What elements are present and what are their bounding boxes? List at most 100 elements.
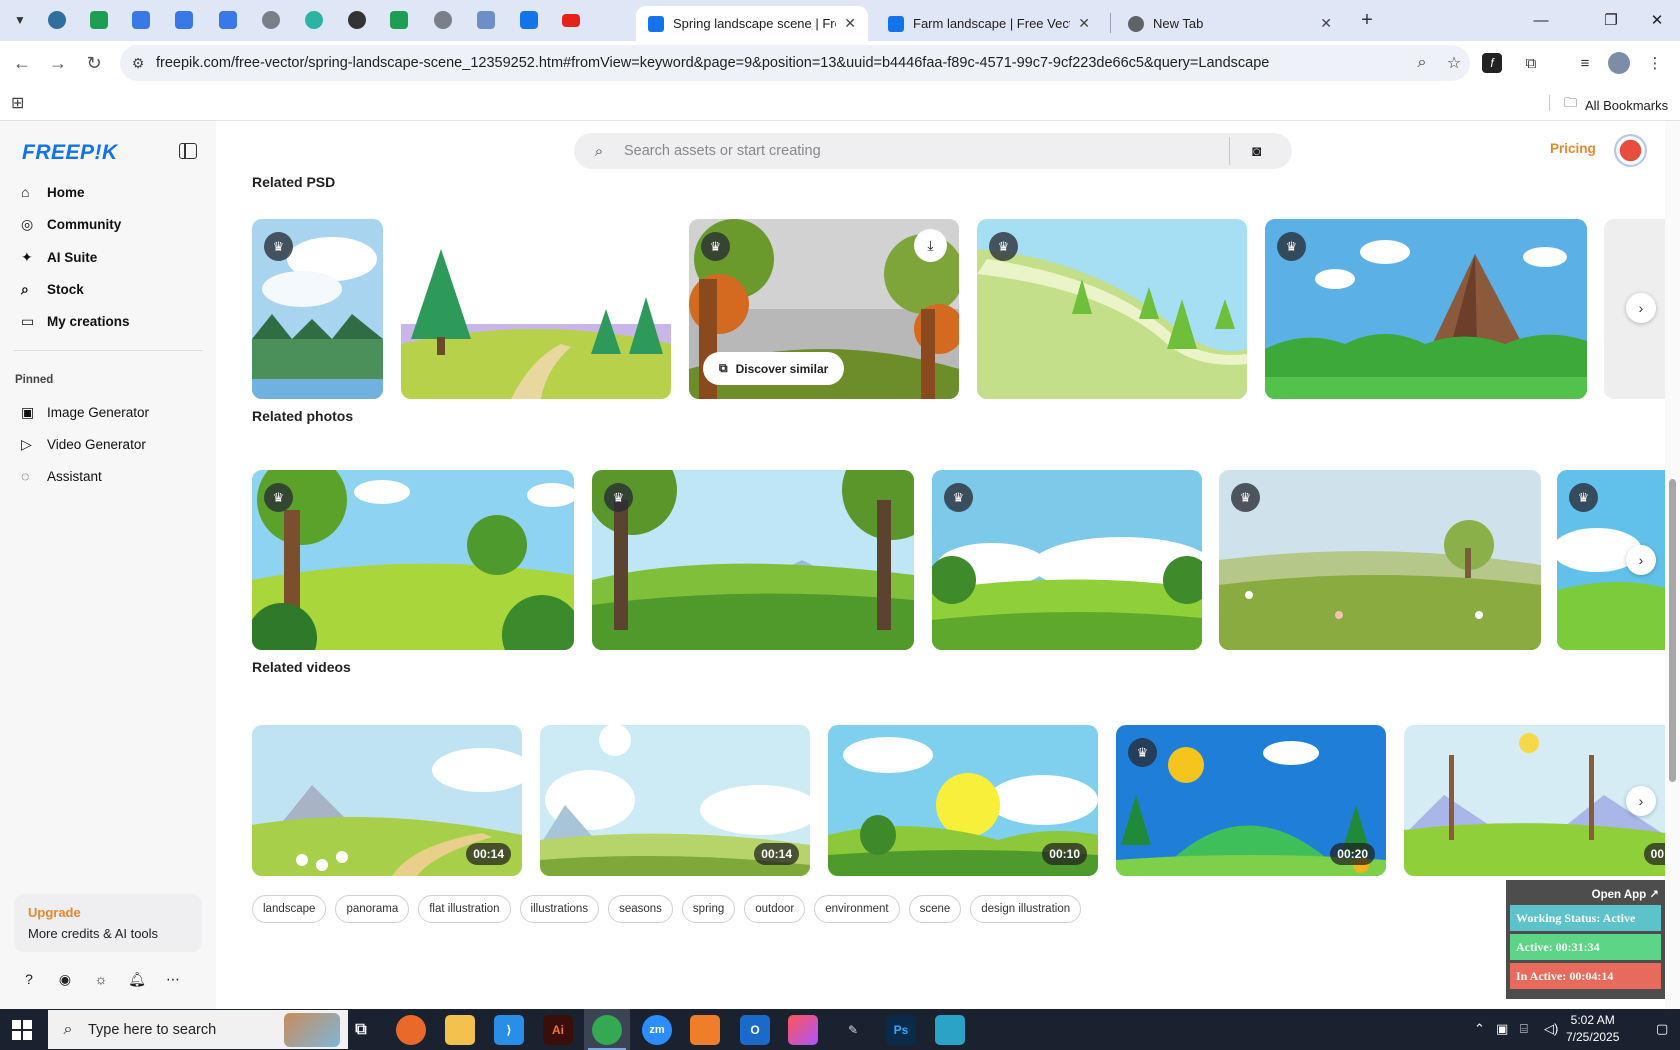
- tab-search-chevron-icon[interactable]: ▼: [6, 7, 34, 33]
- download-icon[interactable]: ⤓: [914, 229, 947, 262]
- xampp-icon[interactable]: [690, 1015, 720, 1045]
- sidebar-item-assistant[interactable]: ◌ Assistant: [13, 461, 203, 491]
- tag-chip[interactable]: landscape: [252, 895, 327, 923]
- tab-new-tab[interactable]: New Tab ✕: [1116, 6, 1344, 41]
- sidebar-item-home[interactable]: ⌂ Home: [13, 177, 203, 207]
- extension-f-icon[interactable]: f: [1482, 53, 1502, 73]
- tag-chip[interactable]: illustrations: [519, 895, 600, 923]
- open-app-button[interactable]: Open App ↗: [1509, 883, 1662, 905]
- tag-chip[interactable]: scene: [908, 895, 962, 923]
- tag-chip[interactable]: environment: [814, 895, 900, 923]
- outlook-icon[interactable]: O: [740, 1015, 770, 1045]
- pinned-tab-globe-2[interactable]: [430, 8, 456, 32]
- pinned-tab-sheets-2[interactable]: [386, 8, 412, 32]
- new-tab-button[interactable]: +: [1354, 8, 1380, 32]
- psd-card-1[interactable]: ♛: [252, 219, 383, 399]
- network-icon[interactable]: ⌸: [1520, 1021, 1528, 1037]
- notifications-icon[interactable]: ▢: [1656, 1021, 1668, 1037]
- sidebar-item-my-creations[interactable]: ▭ My creations: [13, 306, 203, 336]
- psd-card-4[interactable]: ♛: [977, 219, 1247, 399]
- forward-button[interactable]: →: [44, 49, 72, 77]
- photo-card-3[interactable]: ♛: [932, 470, 1202, 650]
- photoshop-icon[interactable]: Ps: [886, 1015, 916, 1045]
- pinned-tab-freepik[interactable]: [516, 8, 542, 32]
- bookmark-star-icon[interactable]: ☆: [1438, 53, 1470, 73]
- photo-card-2[interactable]: ♛: [592, 470, 914, 650]
- close-tab-icon[interactable]: ✕: [1078, 15, 1090, 32]
- all-bookmarks-button[interactable]: 🗀 All Bookmarks: [1564, 94, 1668, 116]
- extensions-puzzle-icon[interactable]: ⧉: [1518, 51, 1544, 75]
- pinned-tab-docs-2[interactable]: [171, 8, 197, 32]
- tab-farm-landscape[interactable]: Farm landscape | Free Vector ✕: [876, 6, 1102, 41]
- tag-chip[interactable]: seasons: [608, 895, 673, 923]
- pinned-tab-app[interactable]: [301, 8, 327, 32]
- firefox-icon[interactable]: [396, 1015, 426, 1045]
- video-card-2[interactable]: 00:14: [540, 725, 810, 876]
- scrollbar-thumb[interactable]: [1669, 479, 1676, 782]
- chrome-icon[interactable]: [592, 1015, 622, 1045]
- app-diamond-icon[interactable]: [935, 1015, 965, 1045]
- photos-next-arrow[interactable]: ›: [1626, 545, 1656, 575]
- close-window-button[interactable]: ✕: [1634, 6, 1680, 34]
- minimize-button[interactable]: —: [1518, 6, 1564, 34]
- tag-chip[interactable]: design illustration: [970, 895, 1082, 923]
- profile-avatar-icon[interactable]: [1608, 52, 1630, 74]
- back-button[interactable]: ←: [8, 49, 36, 77]
- restore-button[interactable]: ❐: [1588, 6, 1634, 34]
- bell-icon[interactable]: 🔔︎: [128, 971, 146, 988]
- sidebar-item-community[interactable]: ◎ Community: [13, 209, 203, 239]
- camera-search-icon[interactable]: ◙: [1229, 137, 1283, 165]
- sidebar-item-ai-suite[interactable]: ✦ AI Suite: [13, 242, 203, 272]
- tag-chip[interactable]: panorama: [335, 895, 410, 923]
- file-explorer-icon[interactable]: [445, 1015, 475, 1045]
- pinned-tab-globe-1[interactable]: [258, 8, 284, 32]
- psd-next-arrow[interactable]: ›: [1626, 293, 1656, 323]
- sidebar-collapse-icon[interactable]: [179, 143, 197, 159]
- sidebar-item-stock[interactable]: ⌕ Stock: [13, 274, 203, 304]
- psd-card-2[interactable]: [401, 219, 671, 399]
- tray-app-icon[interactable]: ▣: [1496, 1021, 1508, 1037]
- tray-chevron-icon[interactable]: ⌃: [1474, 1021, 1485, 1037]
- taskbar-clock[interactable]: 5:02 AM 7/25/2025: [1566, 1012, 1619, 1046]
- task-view-icon[interactable]: ⧉: [346, 1015, 376, 1045]
- pinned-tab-docs-3[interactable]: [215, 8, 241, 32]
- taskbar-search-box[interactable]: ⌕ Type here to search: [48, 1010, 348, 1049]
- zoom-icon[interactable]: ⌕: [1406, 54, 1438, 72]
- tag-chip[interactable]: spring: [681, 895, 736, 923]
- video-card-1[interactable]: 00:14: [252, 725, 522, 876]
- freepik-logo[interactable]: FREEP!K: [22, 141, 118, 165]
- tag-chip[interactable]: outdoor: [744, 895, 806, 923]
- video-card-4[interactable]: ♛ 00:20: [1116, 725, 1386, 876]
- discover-similar-button[interactable]: ⧉ Discover similar: [703, 352, 845, 385]
- reload-button[interactable]: ↻: [80, 49, 108, 77]
- user-avatar[interactable]: [1614, 134, 1647, 167]
- psd-card-5[interactable]: ♛: [1265, 219, 1587, 399]
- tag-chip[interactable]: flat illustration: [418, 895, 511, 923]
- vscode-icon[interactable]: ⟩: [494, 1015, 524, 1045]
- illustrator-icon[interactable]: Ai: [543, 1015, 573, 1045]
- photo-card-1[interactable]: ♛: [252, 470, 574, 650]
- close-tab-icon[interactable]: ✕: [1320, 15, 1332, 32]
- sidebar-item-video-generator[interactable]: ▷ Video Generator: [13, 429, 203, 459]
- volume-icon[interactable]: ◁): [1544, 1021, 1558, 1037]
- pinned-tab-sheets[interactable]: [86, 8, 112, 32]
- pinned-tab-youtube[interactable]: [558, 8, 584, 32]
- tab-spring-landscape[interactable]: Spring landscape scene | Free V ✕: [636, 6, 868, 41]
- theme-sun-icon[interactable]: ☼: [92, 971, 110, 988]
- pinned-tab-docs-1[interactable]: [128, 8, 154, 32]
- pen-tool-icon[interactable]: ✎: [838, 1015, 868, 1045]
- apps-grid-icon[interactable]: ⊞: [11, 93, 24, 113]
- media-control-icon[interactable]: ≡: [1572, 51, 1598, 75]
- creative-cloud-icon[interactable]: [788, 1015, 818, 1045]
- pinned-tab-grid[interactable]: [473, 8, 499, 32]
- zoom-icon[interactable]: zm: [642, 1015, 672, 1045]
- photo-card-4[interactable]: ♛: [1219, 470, 1541, 650]
- chrome-menu-icon[interactable]: ⋮: [1642, 51, 1668, 75]
- address-bar[interactable]: ⚙ freepik.com/free-vector/spring-landsca…: [120, 45, 1470, 81]
- search-input[interactable]: [624, 143, 1229, 159]
- upgrade-card[interactable]: Upgrade More credits & AI tools: [14, 894, 202, 952]
- pinned-tab-openai[interactable]: [344, 8, 370, 32]
- pinned-tab-wordpress[interactable]: [44, 8, 70, 32]
- page-scrollbar[interactable]: [1665, 121, 1680, 1009]
- pricing-link[interactable]: Pricing: [1550, 141, 1596, 156]
